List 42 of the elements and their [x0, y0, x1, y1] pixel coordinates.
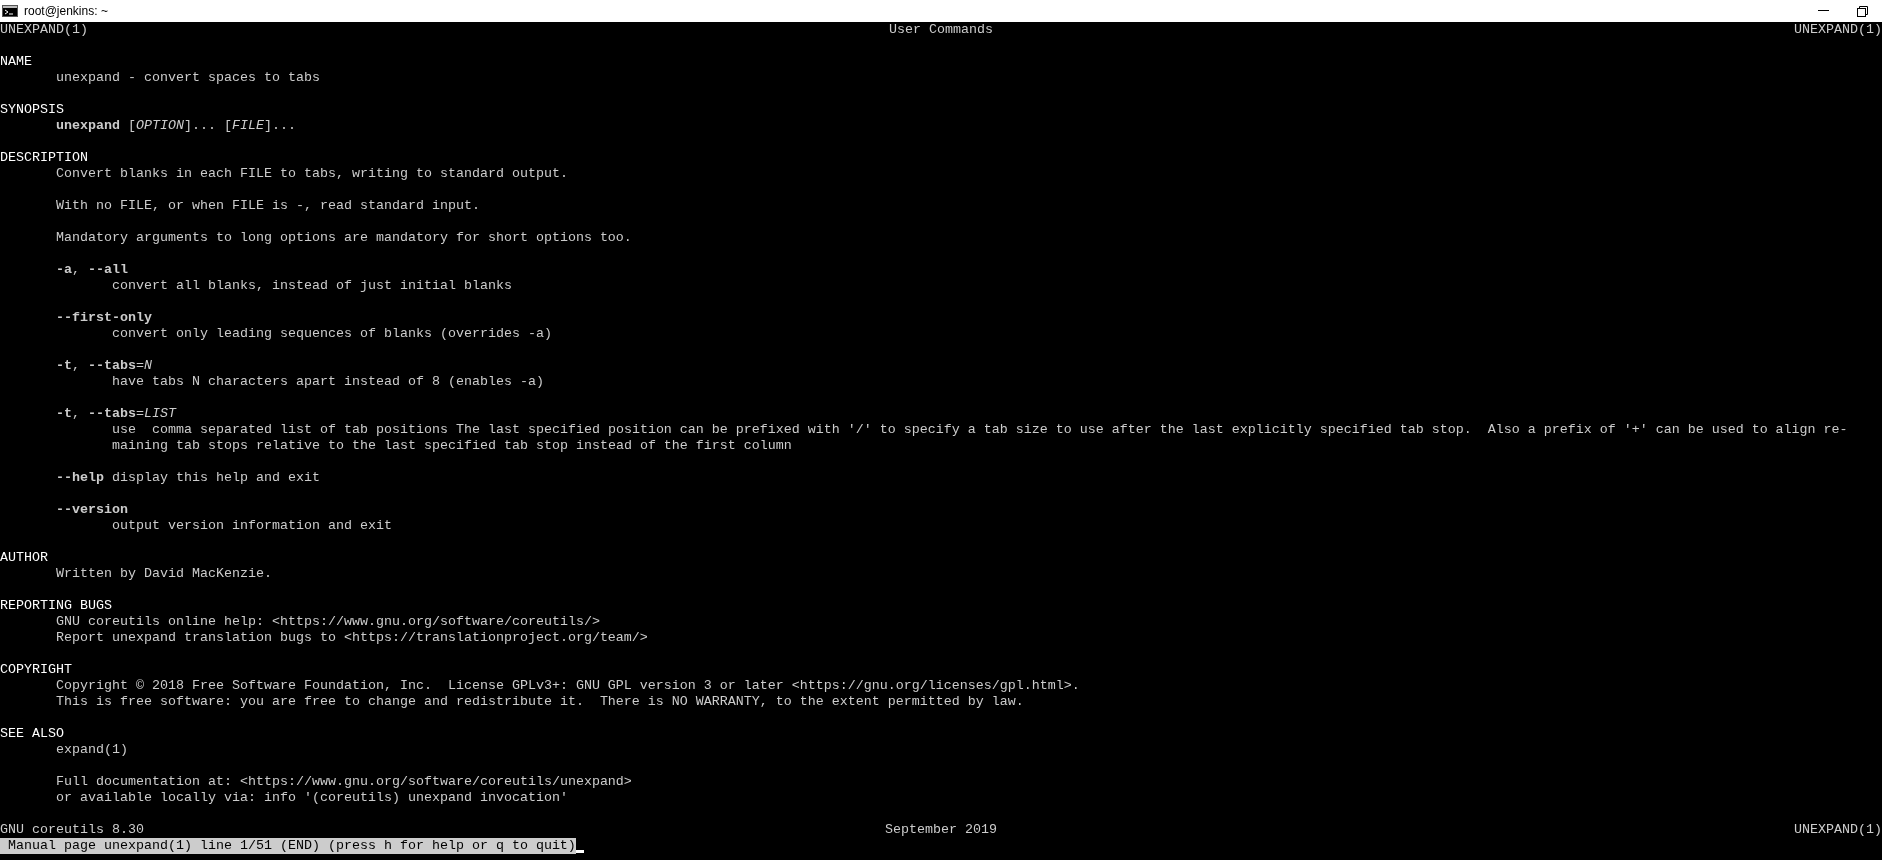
man-text-line: This is free software: you are free to change and redistribute it. There is NO WARRANTY, to the extent permitted by law.: [56, 694, 1024, 709]
man-text-line: unexpand - convert spaces to tabs: [56, 70, 320, 85]
option-name: -a, --all: [56, 262, 128, 277]
section-heading: NAME: [0, 54, 32, 69]
man-text-line: GNU coreutils online help: <https://www.gnu.org/software/coreutils/>: [56, 614, 600, 629]
option-description: convert all blanks, instead of just initial blanks: [112, 278, 512, 293]
footer-left: GNU coreutils 8.30: [0, 822, 144, 838]
man-text-line: expand(1): [56, 742, 128, 757]
option-description: output version information and exit: [112, 518, 392, 533]
man-text-line: Report unexpand translation bugs to <https://translationproject.org/team/>: [56, 630, 648, 645]
section-heading: COPYRIGHT: [0, 662, 72, 677]
option-name: --version: [56, 502, 128, 517]
minimize-icon[interactable]: [1818, 10, 1829, 12]
option-name: --first-only: [56, 310, 152, 325]
section-heading: REPORTING BUGS: [0, 598, 112, 613]
restore-icon[interactable]: [1857, 5, 1868, 17]
man-text-line: With no FILE, or when FILE is -, read standard input.: [56, 198, 480, 213]
man-text-line: Convert blanks in each FILE to tabs, writing to standard output.: [56, 166, 568, 181]
man-text-line: or available locally via: info '(coreutils) unexpand invocation': [56, 790, 568, 805]
header-center: User Commands: [889, 22, 993, 38]
option-name: -t, --tabs=N: [56, 358, 152, 373]
header-right: UNEXPAND(1): [1794, 22, 1882, 38]
option-description: use comma separated list of tab positions The last specified position can be prefixed with '/' to specify a tab size to use after the last explicitly specified tab stop. Also a prefix of '+' can be used to align re-: [112, 422, 1848, 437]
section-heading: SEE ALSO: [0, 726, 64, 741]
section-heading: SYNOPSIS: [0, 102, 64, 117]
footer-center: September 2019: [885, 822, 997, 838]
man-text-line: Mandatory arguments to long options are mandatory for short options too.: [56, 230, 632, 245]
man-text-line: --help display this help and exit: [56, 470, 320, 485]
footer-right: UNEXPAND(1): [1794, 822, 1882, 838]
option-description: maining tab stops relative to the last specified tab stop instead of the first column: [112, 438, 792, 453]
man-text-line: Written by David MacKenzie.: [56, 566, 272, 581]
cursor: [575, 850, 584, 853]
option-name: -t, --tabs=LIST: [56, 406, 176, 421]
section-heading: DESCRIPTION: [0, 150, 88, 165]
man-text-line: Full documentation at: <https://www.gnu.org/software/coreutils/unexpand>: [56, 774, 632, 789]
header-left: UNEXPAND(1): [0, 22, 88, 38]
man-text-line: unexpand [OPTION]... [FILE]...: [56, 118, 296, 133]
option-description: have tabs N characters apart instead of 8 (enables -a): [112, 374, 544, 389]
window-title: root@jenkins: ~: [24, 3, 108, 20]
man-text-line: Copyright © 2018 Free Software Foundation, Inc. License GPLv3+: GNU GPL version 3 or later <https://gnu.org/licenses/gpl.html>.: [56, 678, 1080, 693]
section-heading: AUTHOR: [0, 550, 48, 565]
option-description: convert only leading sequences of blanks (overrides -a): [112, 326, 552, 341]
